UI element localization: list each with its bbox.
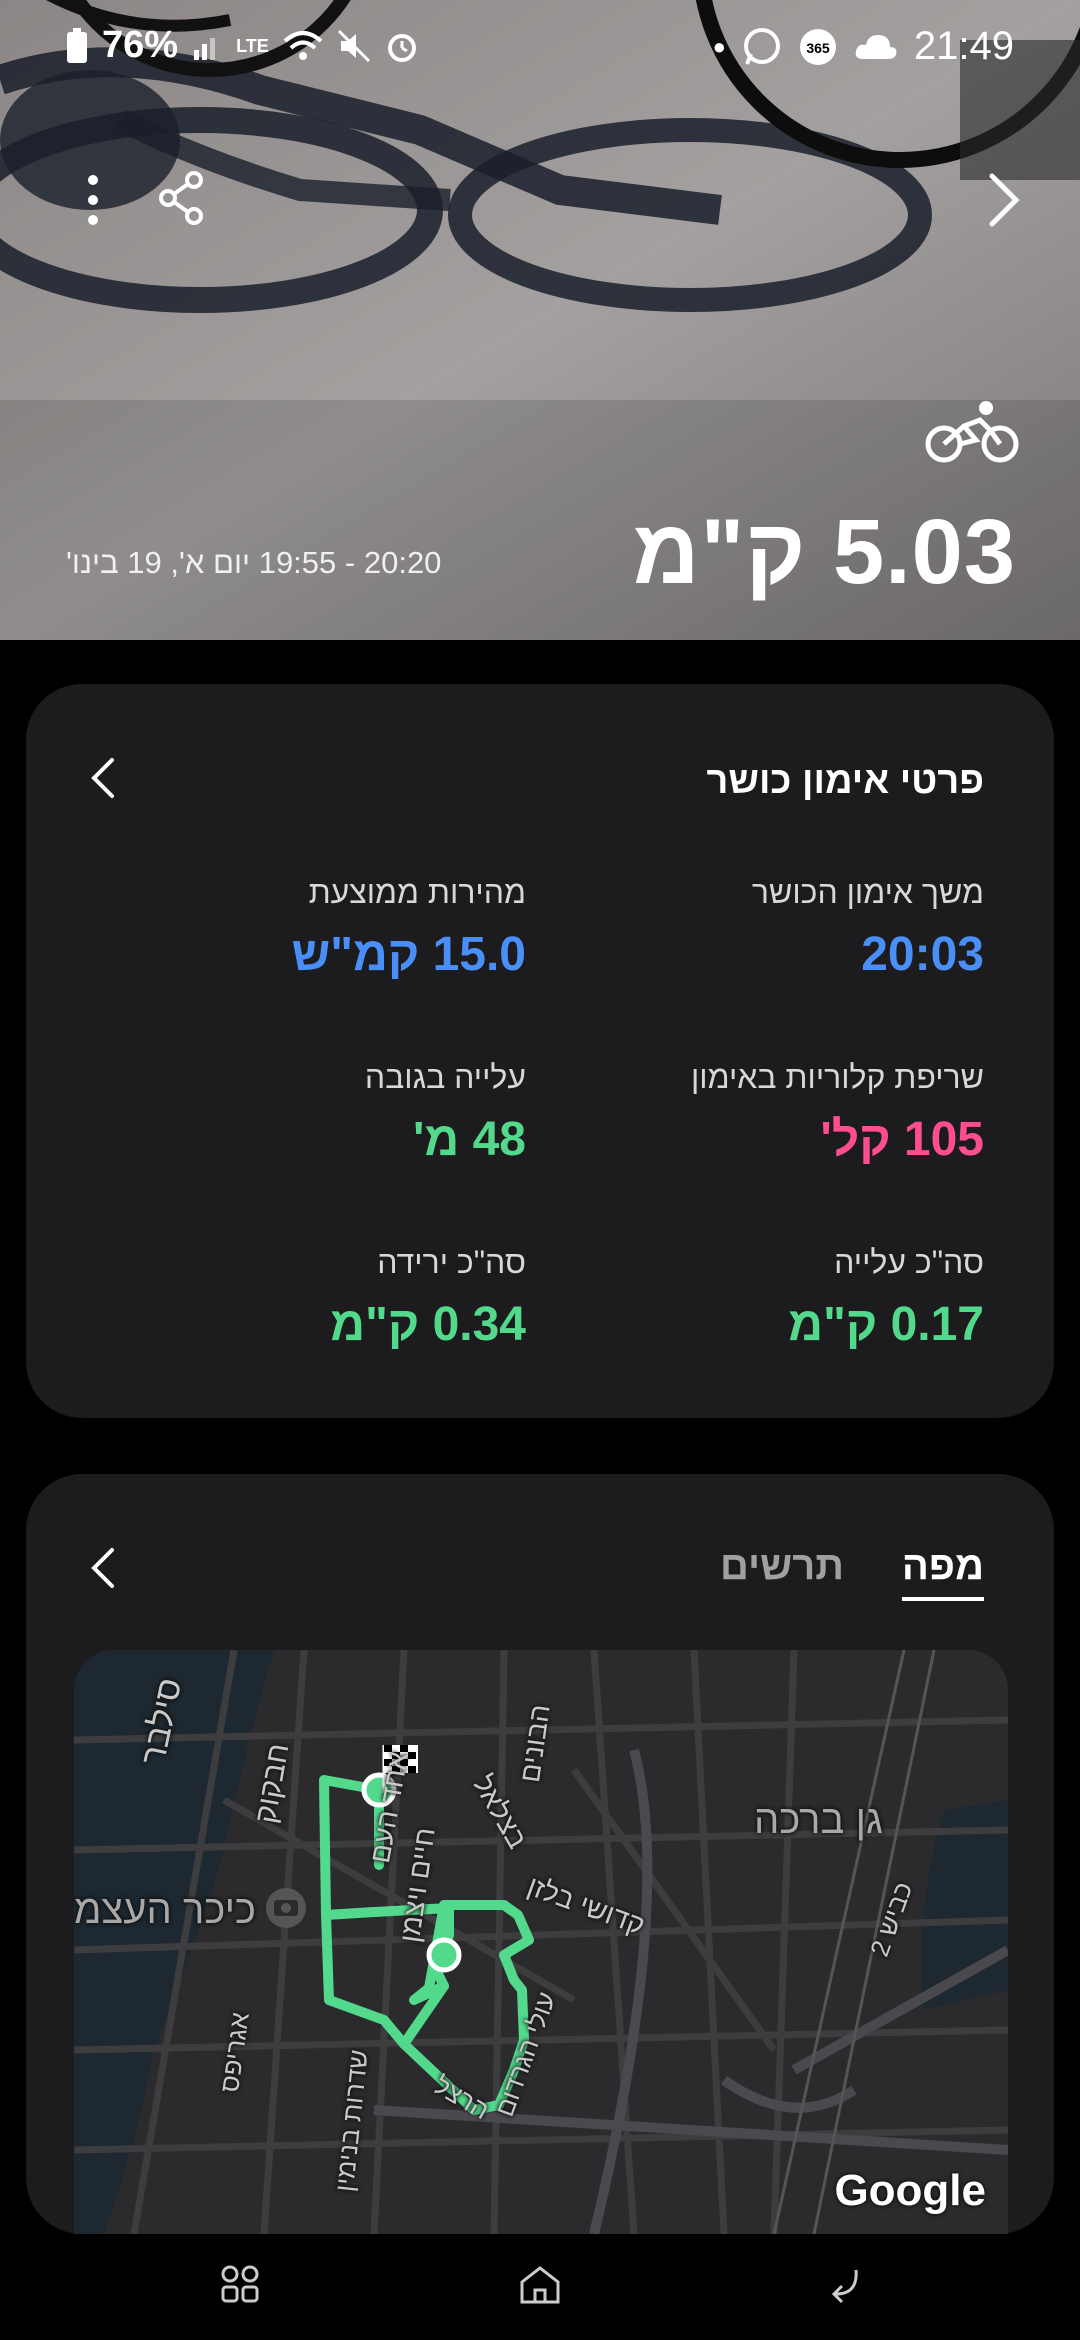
stat-value: 105 קל'	[820, 1113, 984, 1166]
cycling-icon	[925, 401, 1019, 463]
workout-details-card[interactable]: פרטי אימון כושר משך אימון הכושר 20:03 מה…	[26, 684, 1054, 1418]
stat-total-ascent: סה"כ עלייה 0.17 ק"מ	[564, 1244, 984, 1352]
home-icon[interactable]	[518, 2264, 562, 2304]
stat-label: עלייה בגובה	[364, 1059, 526, 1095]
whatsapp-icon	[743, 27, 780, 65]
stat-value: 0.34 ק"מ	[330, 1298, 526, 1351]
stat-label: סה"כ עלייה	[834, 1244, 984, 1280]
recent-apps-icon[interactable]	[220, 2264, 260, 2304]
stat-calories: שריפת קלוריות באימון 105 קל'	[564, 1059, 984, 1167]
stat-value: 48 מ'	[413, 1113, 526, 1166]
more-icon[interactable]	[78, 170, 108, 230]
route-map-card: מפה תרשים גן ברכה כיכר העצמ סילבר חבקוק …	[26, 1474, 1054, 2234]
total-distance: 5.03 ק"מ	[632, 501, 1016, 603]
svg-text:365: 365	[806, 40, 830, 56]
stat-total-descent: סה"כ ירידה 0.34 ק"מ	[106, 1244, 526, 1352]
route-map[interactable]: גן ברכה כיכר העצמ סילבר חבקוק אחד העם חי…	[74, 1650, 1008, 2234]
stat-elevation-gain: עלייה בגובה 48 מ'	[106, 1059, 526, 1167]
chevron-right-icon[interactable]	[984, 170, 1024, 230]
back-icon[interactable]	[822, 2264, 862, 2304]
chevron-left-icon[interactable]	[88, 1544, 118, 1592]
battery-icon	[67, 27, 87, 63]
map-label-kikar: כיכר העצמ	[74, 1888, 256, 1932]
app-365-icon: 365	[799, 28, 836, 65]
tab-map[interactable]: מפה	[901, 1544, 984, 1601]
stat-label: שריפת קלוריות באימון	[690, 1059, 984, 1095]
stat-avg-speed: מהירות ממוצעת 15.0 קמ"ש	[106, 874, 526, 982]
stat-value: 20:03	[861, 928, 984, 981]
battery-percent: 76%	[102, 24, 179, 66]
status-bar: 76% LTE ● 365 21:49	[0, 0, 1080, 100]
map-label-gan-bracha: גן ברכה	[754, 1798, 883, 1842]
cloud-icon	[855, 34, 897, 59]
stat-label: משך אימון הכושר	[751, 874, 984, 910]
workout-hero: 76% LTE ● 365 21:49 5.03 ק"מ 20:20 - 19:…	[0, 0, 1080, 640]
workout-details-title: פרטי אימון כושר	[706, 760, 984, 802]
clock: 21:49	[913, 24, 1014, 68]
system-nav-bar	[0, 2234, 1080, 2340]
stat-label: סה"כ ירידה	[377, 1244, 526, 1280]
stat-value: 15.0 קמ"ש	[291, 928, 526, 981]
share-icon[interactable]	[156, 170, 206, 226]
tab-charts[interactable]: תרשים	[720, 1544, 844, 1589]
stat-duration: משך אימון הכושר 20:03	[564, 874, 984, 982]
google-logo: Google	[834, 2166, 986, 2215]
workout-time-range: 20:20 - 19:55 יום א', 19 בינו'	[66, 545, 442, 580]
wifi-icon	[283, 30, 323, 60]
alarm-icon	[387, 33, 416, 62]
chevron-left-icon[interactable]	[88, 754, 118, 802]
stat-value: 0.17 ק"מ	[788, 1298, 984, 1351]
lte-indicator: LTE	[236, 35, 269, 56]
dot-indicator: ●	[712, 33, 726, 59]
signal-icon	[194, 37, 216, 60]
mute-icon	[337, 29, 370, 62]
stat-label: מהירות ממוצעת	[308, 874, 526, 910]
